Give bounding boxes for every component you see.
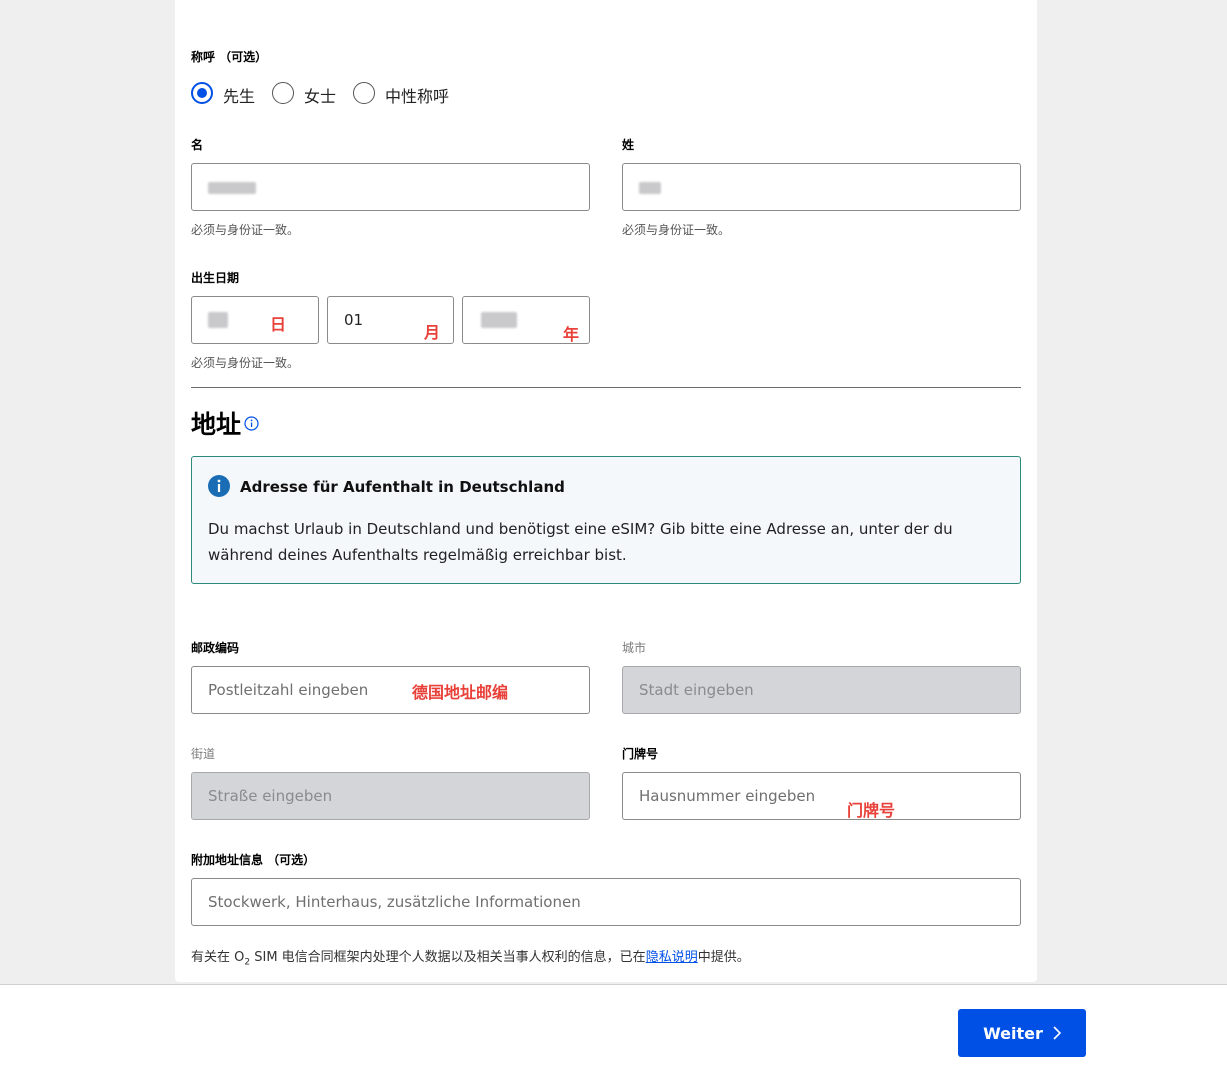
- redacted-value: [639, 182, 661, 194]
- postcode-input[interactable]: [192, 667, 589, 713]
- year-annotation: 年: [563, 325, 580, 344]
- privacy-suffix: 中提供。: [697, 950, 750, 965]
- radio-neutral-label: 中性称呼: [385, 87, 450, 106]
- additional-info-input[interactable]: [192, 879, 1020, 925]
- postcode-field[interactable]: 德国地址邮编: [191, 666, 590, 714]
- last-name-label: 姓: [622, 138, 635, 152]
- additional-info-field[interactable]: [191, 878, 1021, 926]
- redacted-value: [208, 182, 256, 194]
- day-annotation: 日: [270, 315, 287, 334]
- birthdate-label: 出生日期: [191, 271, 240, 285]
- redacted-value: [481, 312, 517, 328]
- first-name-hint: 必须与身份证一致。: [191, 223, 300, 237]
- section-divider: [191, 387, 1021, 388]
- last-name-field[interactable]: [622, 163, 1021, 211]
- radio-mr[interactable]: [191, 82, 213, 104]
- street-input: [192, 773, 589, 819]
- radio-mr-label: 先生: [223, 87, 256, 106]
- birth-month-field[interactable]: 月: [327, 296, 454, 344]
- house-number-input[interactable]: [623, 773, 1020, 819]
- next-button-label: Weiter: [983, 1023, 1043, 1043]
- info-circle-icon: [208, 475, 230, 497]
- city-input: [623, 667, 1020, 713]
- info-icon[interactable]: [244, 416, 259, 431]
- city-field: [622, 666, 1021, 714]
- radio-neutral[interactable]: [353, 82, 375, 104]
- street-field: [191, 772, 590, 820]
- birthdate-hint: 必须与身份证一致。: [191, 356, 300, 370]
- house-number-annotation: 门牌号: [847, 801, 896, 820]
- postcode-label: 邮政编码: [191, 641, 240, 655]
- privacy-policy-link[interactable]: 隐私说明: [646, 950, 698, 965]
- radio-ms[interactable]: [272, 82, 294, 104]
- street-label: 街道: [191, 747, 216, 761]
- month-annotation: 月: [424, 323, 441, 342]
- house-number-label: 门牌号: [622, 747, 659, 761]
- address-title: 地址: [191, 410, 242, 439]
- next-button[interactable]: Weiter: [958, 1009, 1086, 1057]
- birth-day-field[interactable]: 日: [191, 296, 319, 344]
- last-name-input[interactable]: [623, 164, 1020, 210]
- privacy-middle: SIM 电信合同框架内处理个人数据以及相关当事人权利的信息，已在: [250, 950, 646, 965]
- redacted-value: [208, 312, 228, 328]
- house-number-field[interactable]: 门牌号: [622, 772, 1021, 820]
- city-label: 城市: [622, 641, 647, 655]
- first-name-label: 名: [191, 138, 204, 152]
- chevron-right-icon: [1053, 1026, 1061, 1040]
- last-name-hint: 必须与身份证一致。: [622, 223, 731, 237]
- privacy-notice: 有关在 O2 SIM 电信合同框架内处理个人数据以及相关当事人权利的信息，已在隐…: [191, 946, 750, 968]
- birth-year-field[interactable]: 年: [462, 296, 590, 344]
- privacy-prefix: 有关在 O: [191, 950, 245, 965]
- radio-ms-label: 女士: [304, 87, 337, 106]
- salutation-label: 称呼 （可选）: [191, 50, 268, 64]
- info-box-text: Du machst Urlaub in Deutschland und benö…: [208, 520, 953, 564]
- first-name-field[interactable]: [191, 163, 590, 211]
- address-info-box: Adresse für Aufenthalt in Deutschland Du…: [191, 456, 1021, 584]
- postcode-annotation: 德国地址邮编: [412, 683, 509, 702]
- additional-info-label: 附加地址信息 （可选）: [191, 853, 316, 867]
- info-box-title: Adresse für Aufenthalt in Deutschland: [240, 478, 565, 496]
